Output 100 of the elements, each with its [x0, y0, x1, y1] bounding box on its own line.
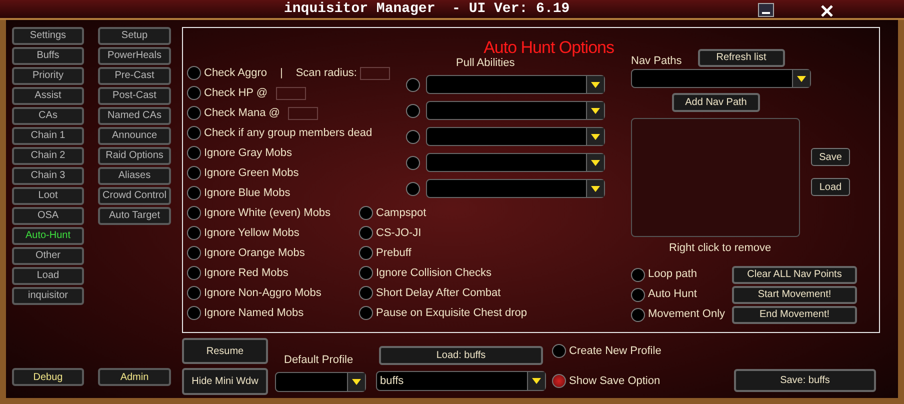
option-label: Movement Only	[648, 307, 726, 322]
input-field[interactable]	[288, 106, 318, 120]
nav-action-button[interactable]: Clear ALL Nav Points	[732, 266, 857, 284]
nav-tab[interactable]: Auto Target	[98, 207, 171, 225]
radio-button[interactable]	[187, 146, 201, 160]
radio-button[interactable]	[631, 308, 645, 322]
radio-button[interactable]	[187, 246, 201, 260]
nav-tab[interactable]: Setup	[98, 27, 171, 45]
add-nav-path-button[interactable]: Add Nav Path	[672, 93, 760, 112]
dropdown[interactable]: buffs	[376, 371, 546, 391]
nav-tab[interactable]: Buffs	[12, 47, 84, 65]
caret-icon	[532, 378, 541, 384]
caret-icon	[591, 160, 600, 166]
radio-button[interactable]	[187, 86, 201, 100]
save-profile-button[interactable]: Save: buffs	[734, 369, 876, 392]
radio-button[interactable]	[187, 186, 201, 200]
option-label: Ignore Collision Checks	[376, 266, 492, 281]
footer-button[interactable]: Debug	[12, 368, 84, 386]
option-label: Ignore Red Mobs	[204, 266, 288, 281]
option-label: Check Aggro	[204, 66, 267, 81]
option-label: Show Save Option	[569, 374, 660, 389]
radio-button[interactable]	[406, 130, 420, 144]
radio-button[interactable]	[406, 156, 420, 170]
radio-button[interactable]	[359, 226, 373, 240]
minimize-icon[interactable]	[758, 3, 774, 17]
nav-path-list[interactable]	[631, 118, 800, 237]
nav-tab[interactable]: Priority	[12, 67, 84, 85]
option-label: Check HP @	[204, 86, 268, 101]
nav-tab[interactable]: Announce	[98, 127, 171, 145]
dropdown[interactable]	[631, 69, 811, 88]
refresh-button[interactable]: Refresh list	[698, 49, 785, 67]
nav-tab[interactable]: PowerHeals	[98, 47, 171, 65]
load-button[interactable]: Load	[811, 178, 850, 196]
radio-button[interactable]	[359, 246, 373, 260]
radio-button[interactable]	[187, 266, 201, 280]
option-label: Short Delay After Combat	[376, 286, 501, 301]
nav-tab[interactable]: Settings	[12, 27, 84, 45]
nav-tab[interactable]: Chain 1	[12, 127, 84, 145]
nav-tab[interactable]: Chain 3	[12, 167, 84, 185]
radio-button[interactable]	[631, 288, 645, 302]
radio-button[interactable]	[187, 226, 201, 240]
dropdown[interactable]	[426, 75, 605, 94]
section-label: Pull Abilities	[456, 57, 516, 69]
save-button[interactable]: Save	[811, 148, 850, 166]
radio-button[interactable]	[187, 106, 201, 120]
nav-action-button[interactable]: End Movement!	[732, 306, 857, 324]
nav-tab[interactable]: Load	[12, 267, 84, 285]
hide-window-button[interactable]: Hide Mini Wdw	[182, 368, 268, 395]
radio-button[interactable]	[631, 268, 645, 282]
nav-tab[interactable]: CAs	[12, 107, 84, 125]
option-label: Scan radius:	[296, 66, 357, 81]
radio-button[interactable]	[552, 374, 566, 388]
nav-tab[interactable]: Other	[12, 247, 84, 265]
radio-button[interactable]	[187, 66, 201, 80]
nav-tab[interactable]: Assist	[12, 87, 84, 105]
nav-tab[interactable]: Auto-Hunt	[12, 227, 84, 245]
radio-button[interactable]	[187, 306, 201, 320]
radio-button[interactable]	[552, 344, 566, 358]
nav-tab[interactable]: Crowd Control	[98, 187, 171, 205]
load-profile-button[interactable]: Load: buffs	[379, 346, 543, 365]
radio-button[interactable]	[359, 306, 373, 320]
nav-tab[interactable]: Pre-Cast	[98, 67, 171, 85]
caret-icon	[591, 134, 600, 140]
radio-button[interactable]	[187, 166, 201, 180]
radio-button[interactable]	[406, 182, 420, 196]
footer-button[interactable]: Admin	[98, 368, 171, 386]
option-label: Ignore Orange Mobs	[204, 246, 305, 261]
nav-tab[interactable]: Aliases	[98, 167, 171, 185]
dropdown[interactable]	[426, 101, 605, 120]
resume-button[interactable]: Resume	[182, 338, 268, 364]
option-label: Check if any group members dead	[204, 126, 372, 141]
nav-tab[interactable]: Raid Options	[98, 147, 171, 165]
nav-tab[interactable]: Post-Cast	[98, 87, 171, 105]
field-label: Default Profile	[284, 353, 354, 367]
radio-button[interactable]	[187, 286, 201, 300]
radio-button[interactable]	[406, 104, 420, 118]
option-label: Pause on Exquisite Chest drop	[376, 306, 528, 321]
nav-tab[interactable]: Named CAs	[98, 107, 171, 125]
dropdown[interactable]	[426, 127, 605, 146]
nav-action-button[interactable]: Start Movement!	[732, 286, 857, 304]
option-label: CS-JO-JI	[376, 226, 422, 241]
option-label: |	[280, 66, 283, 81]
radio-button[interactable]	[187, 126, 201, 140]
nav-tab[interactable]: Loot	[12, 187, 84, 205]
close-icon[interactable]	[820, 4, 834, 18]
radio-button[interactable]	[406, 78, 420, 92]
nav-tab[interactable]: Chain 2	[12, 147, 84, 165]
radio-button[interactable]	[359, 266, 373, 280]
radio-button[interactable]	[359, 286, 373, 300]
dropdown[interactable]	[426, 179, 605, 198]
nav-tab[interactable]: inquisitor	[12, 287, 84, 305]
section-title: Auto Hunt Options	[484, 39, 614, 57]
input-field[interactable]	[360, 66, 390, 80]
input-field[interactable]	[276, 86, 306, 100]
dropdown[interactable]	[426, 153, 605, 172]
dropdown[interactable]	[275, 372, 366, 392]
option-label: Ignore Non-Aggro Mobs	[204, 286, 322, 301]
radio-button[interactable]	[187, 206, 201, 220]
radio-button[interactable]	[359, 206, 373, 220]
nav-tab[interactable]: OSA	[12, 207, 84, 225]
